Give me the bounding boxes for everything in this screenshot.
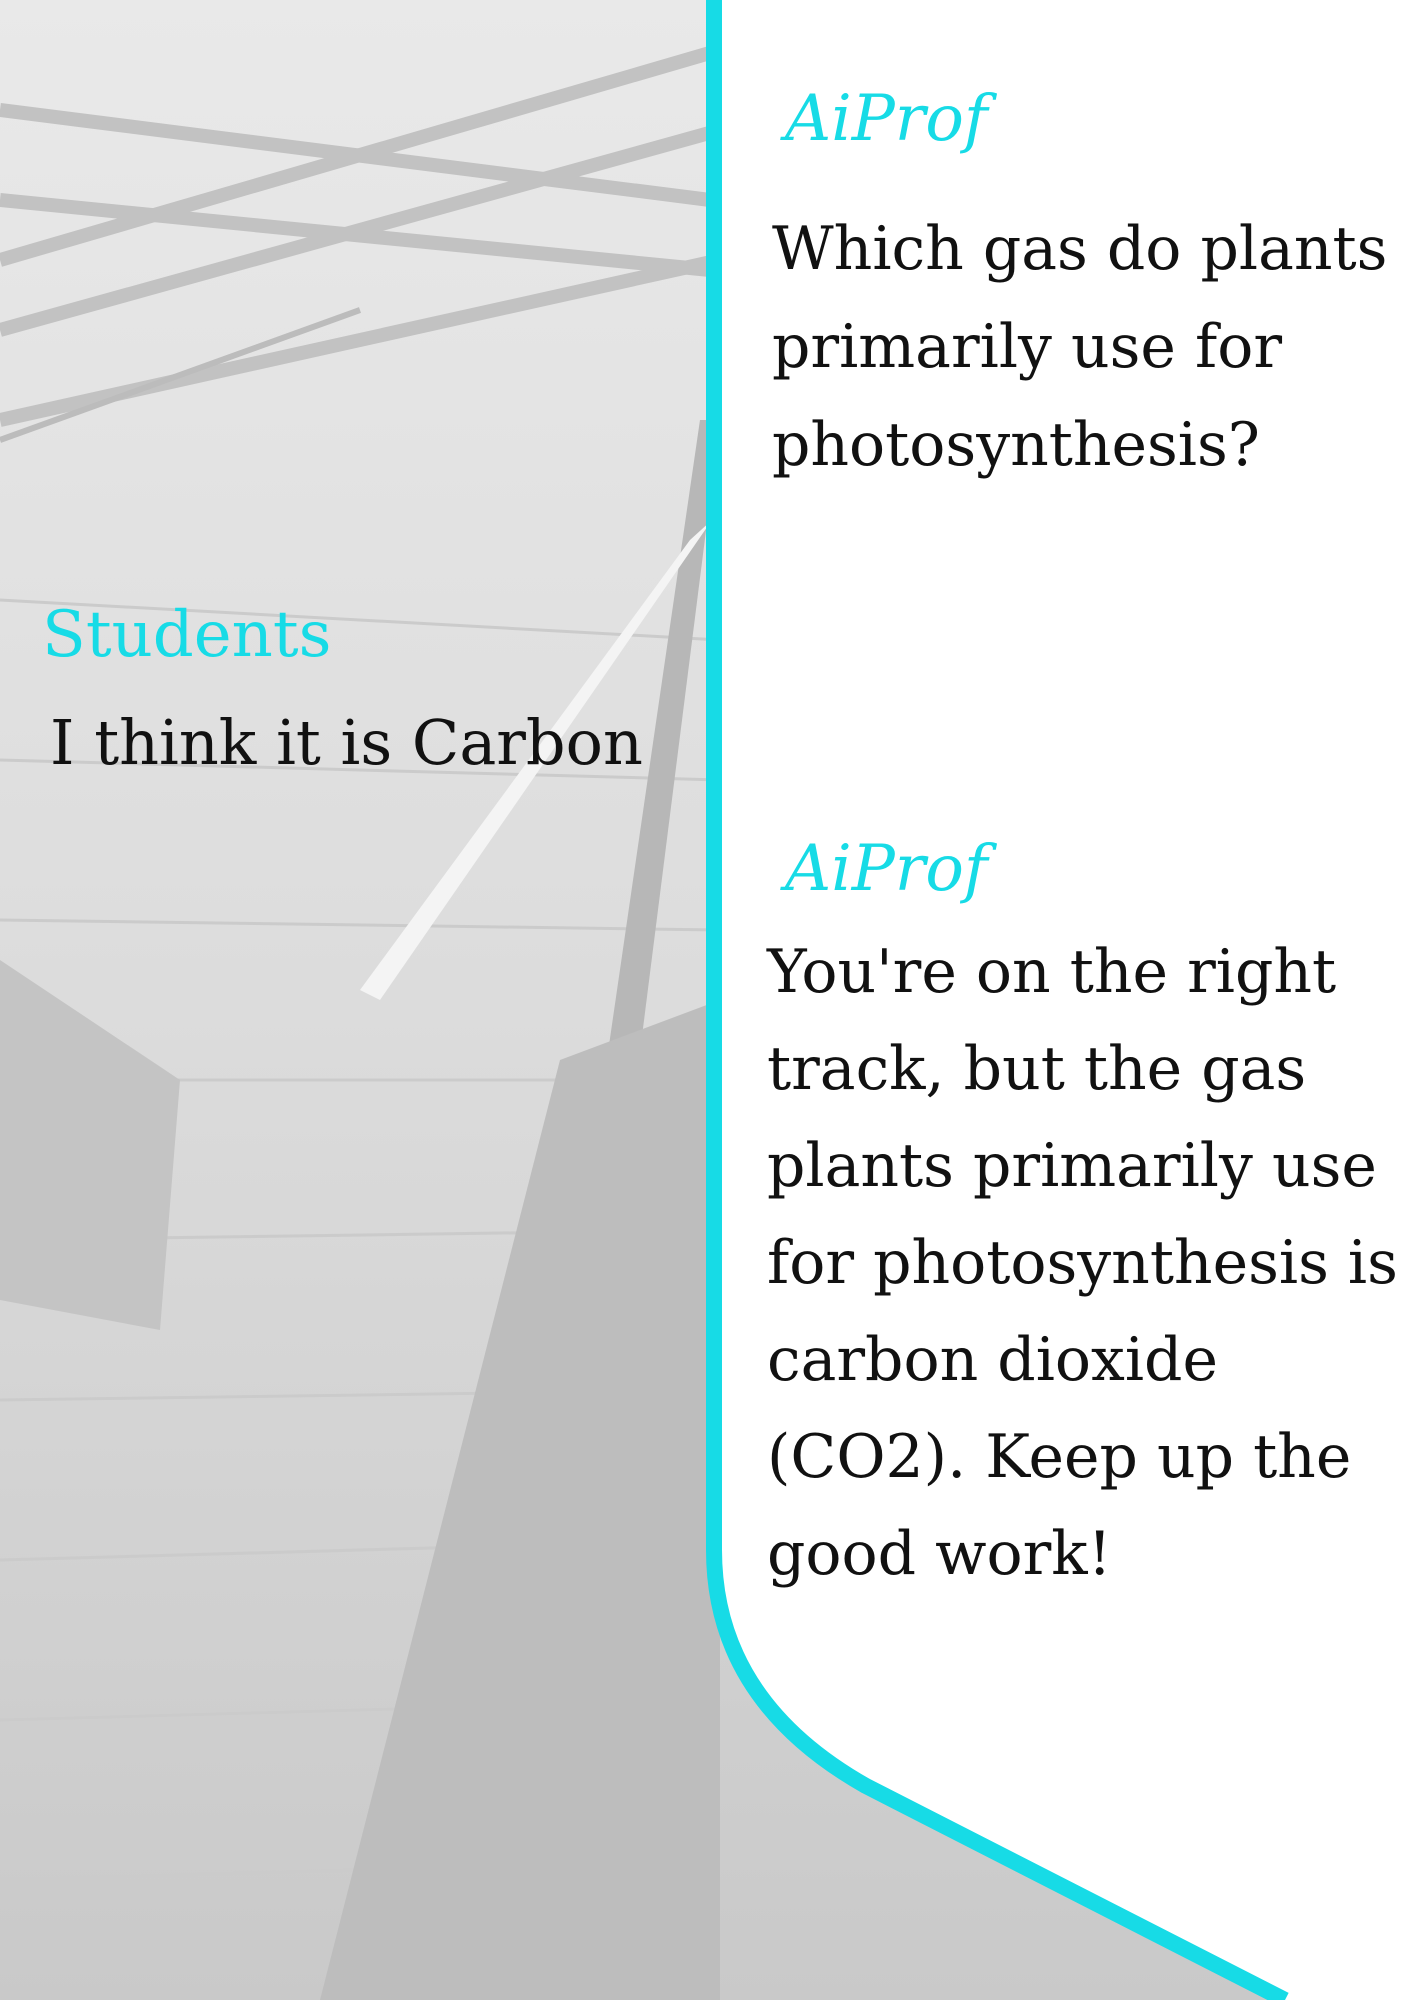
page: AiProf Which gas do plants primarily use… [0,0,1414,2000]
aiprof-feedback-text: You're on the right track, but the gas p… [767,937,1398,1589]
aiprof-speaker-label: AiProf [785,82,988,156]
aiprof-speaker-label-2: AiProf [785,832,988,906]
students-speaker-label: Students [42,598,332,672]
aiprof-question-text: Which gas do plants primarily use for ph… [772,214,1388,480]
student-answer-text: I think it is Carbon [50,706,643,779]
